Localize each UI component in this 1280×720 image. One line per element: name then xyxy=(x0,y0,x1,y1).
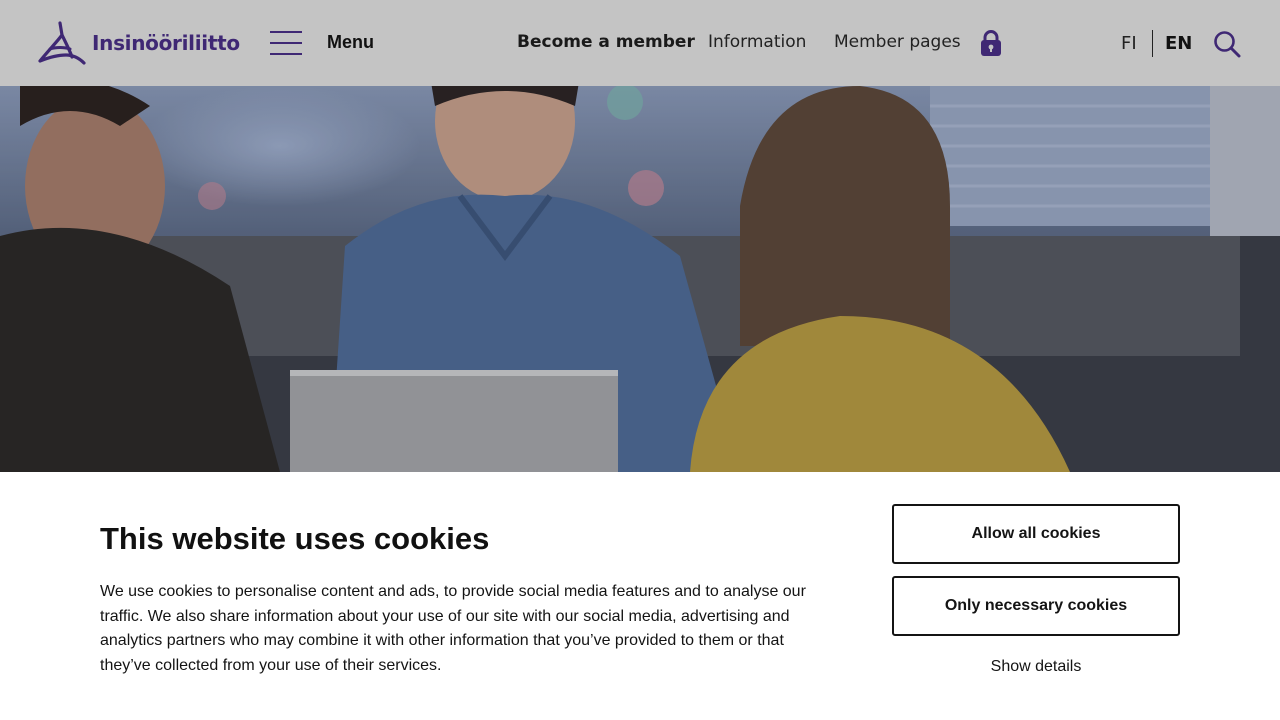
language-en[interactable]: EN xyxy=(1165,33,1192,54)
show-details-link[interactable]: Show details xyxy=(892,658,1180,676)
menu-label: Menu xyxy=(327,31,374,52)
hero-image xyxy=(0,86,1280,472)
logo-text: Insinööriliitto xyxy=(92,31,240,55)
nav-member-pages[interactable]: Member pages xyxy=(834,32,961,52)
nav-information[interactable]: Information xyxy=(708,32,806,52)
cookie-banner: This website uses cookies We use cookies… xyxy=(0,472,1280,720)
allow-all-cookies-button[interactable]: Allow all cookies xyxy=(892,504,1180,564)
language-fi[interactable]: FI xyxy=(1121,33,1137,54)
search-icon[interactable] xyxy=(1213,30,1241,58)
logo[interactable]: Insinööriliitto xyxy=(36,21,240,65)
logo-icon xyxy=(38,21,86,65)
menu-button[interactable]: Menu xyxy=(270,28,374,56)
lock-icon[interactable] xyxy=(980,30,1002,57)
office-meeting-photo xyxy=(0,86,1280,472)
cookie-banner-text: We use cookies to personalise content an… xyxy=(100,583,806,675)
nav-become-member[interactable]: Become a member xyxy=(517,32,695,52)
site-header: Insinööriliitto Menu Become a member Inf… xyxy=(0,0,1280,86)
cookie-banner-title: This website uses cookies xyxy=(100,521,490,556)
language-divider xyxy=(1152,30,1153,57)
only-necessary-cookies-button[interactable]: Only necessary cookies xyxy=(892,576,1180,636)
hamburger-icon xyxy=(270,28,302,56)
